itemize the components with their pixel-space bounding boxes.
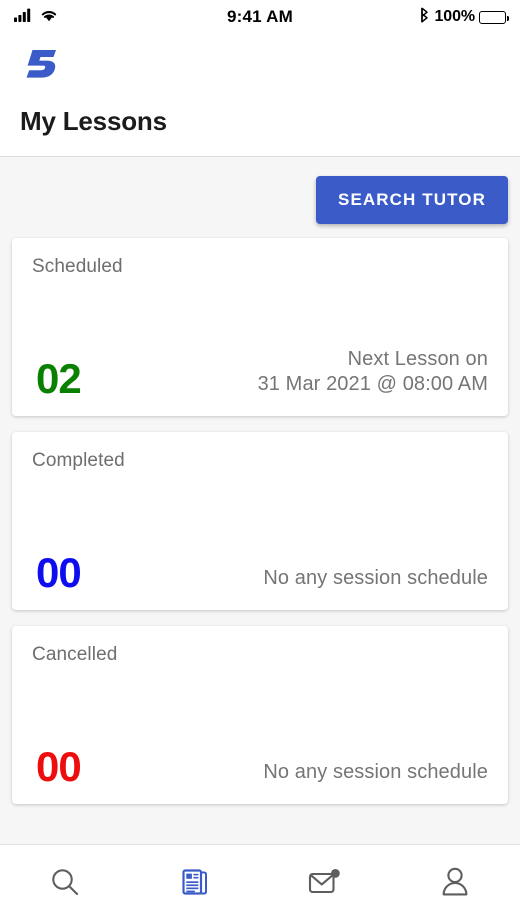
- status-bar: 9:41 AM 100%: [0, 0, 520, 34]
- card-note: No any session schedule: [263, 760, 488, 788]
- wifi-icon: [40, 8, 58, 27]
- card-body: 02 Next Lesson on 31 Mar 2021 @ 08:00 AM: [32, 347, 488, 400]
- card-note-line1: No any session schedule: [263, 761, 488, 784]
- card-body: 00 No any session schedule: [32, 746, 488, 788]
- card-label: Completed: [32, 450, 125, 471]
- search-tutor-button[interactable]: SEARCH TUTOR: [316, 176, 508, 224]
- status-bar-left: [14, 8, 58, 27]
- page-title: My Lessons: [20, 106, 167, 136]
- status-bar-clock: 9:41 AM: [227, 7, 293, 26]
- status-count: 02: [36, 355, 82, 402]
- news-document-icon: [179, 866, 211, 903]
- card-note: Next Lesson on 31 Mar 2021 @ 08:00 AM: [258, 347, 488, 400]
- main-content: SEARCH TUTOR Scheduled 02 Next Lesson on…: [0, 157, 520, 844]
- card-note-line1: No any session schedule: [263, 567, 488, 590]
- notification-badge-dot: [331, 869, 340, 878]
- card-body: 00 No any session schedule: [32, 552, 488, 594]
- card-label: Cancelled: [32, 644, 118, 665]
- brand-logo-5-icon[interactable]: [20, 46, 500, 80]
- action-row: SEARCH TUTOR: [12, 157, 508, 238]
- status-bar-right: 100%: [419, 7, 510, 28]
- lesson-status-card-cancelled[interactable]: Cancelled 00 No any session schedule: [12, 626, 508, 804]
- person-icon: [439, 865, 471, 904]
- mail-envelope-icon: [307, 867, 343, 902]
- nav-item-lessons[interactable]: [130, 845, 260, 924]
- lesson-status-card-completed[interactable]: Completed 00 No any session schedule: [12, 432, 508, 610]
- card-note-line1: Next Lesson on: [347, 347, 488, 370]
- search-icon: [48, 865, 82, 904]
- nav-item-messages[interactable]: [260, 845, 390, 924]
- lesson-status-card-scheduled[interactable]: Scheduled 02 Next Lesson on 31 Mar 2021 …: [12, 238, 508, 416]
- battery-percent-label: 100%: [434, 8, 475, 25]
- cellular-signal-icon: [14, 8, 33, 27]
- app-header: My Lessons: [0, 34, 520, 157]
- bottom-navigation-bar: [0, 844, 520, 924]
- app-screen: 9:41 AM 100% My Lessons SEARCH TUTOR Sch…: [0, 0, 520, 924]
- status-count: 00: [36, 743, 82, 790]
- nav-item-search[interactable]: [0, 845, 130, 924]
- battery-full-icon: [479, 10, 510, 24]
- status-count: 00: [36, 549, 82, 596]
- nav-item-profile[interactable]: [390, 845, 520, 924]
- card-note-line2: 31 Mar 2021 @ 08:00 AM: [257, 373, 488, 396]
- bluetooth-icon: [419, 7, 430, 28]
- card-note: No any session schedule: [263, 566, 488, 594]
- card-label: Scheduled: [32, 256, 123, 277]
